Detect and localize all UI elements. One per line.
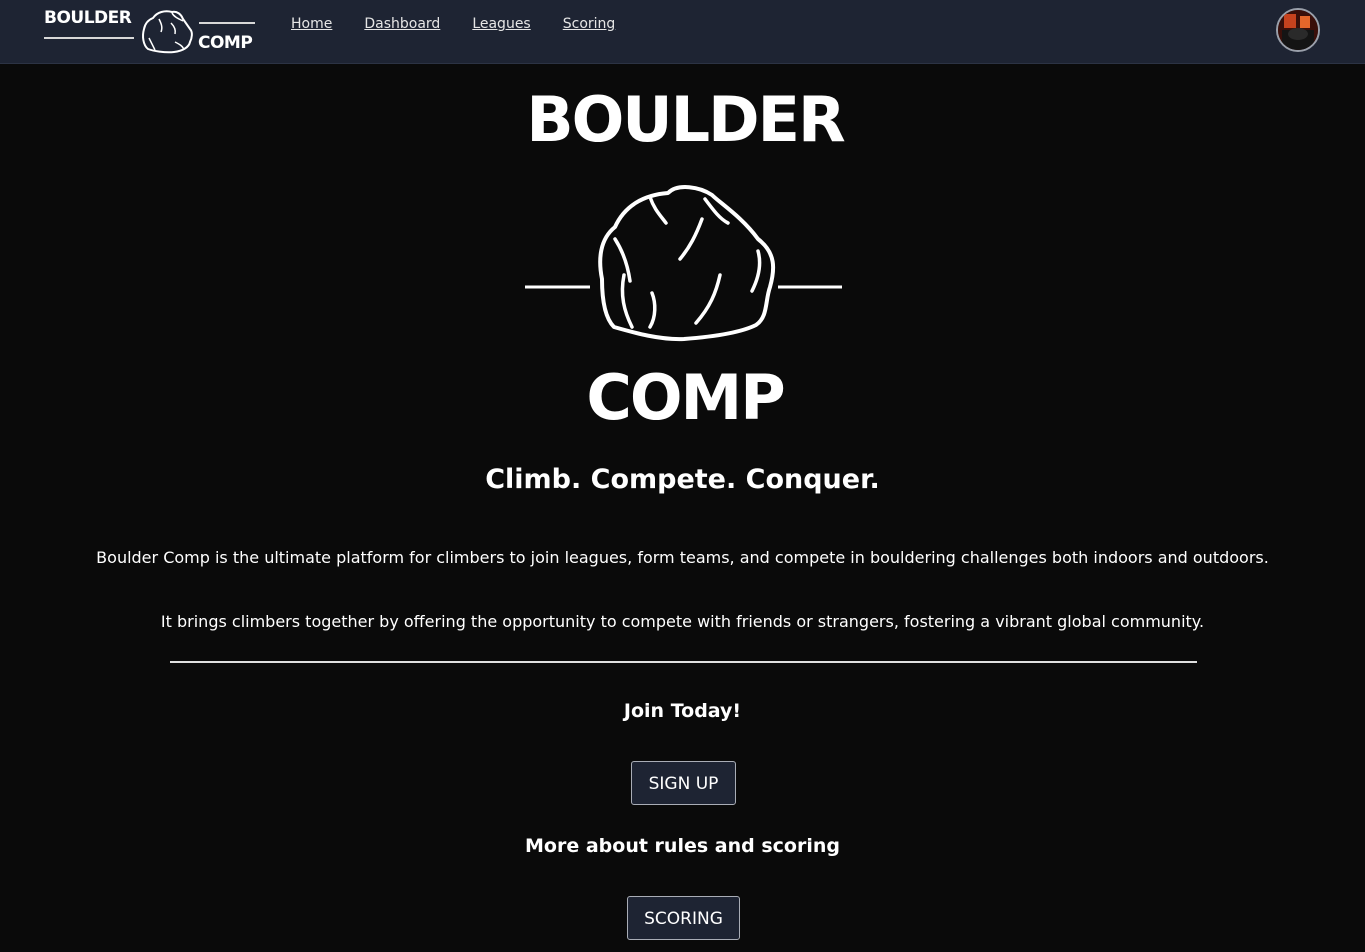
boulder-rock-icon (525, 185, 842, 342)
boulder-rock-icon (142, 10, 193, 54)
scoring-button[interactable]: SCORING (627, 896, 740, 940)
nav-logo-text-boulder: BOULDER (44, 8, 132, 28)
main-content: BOULDER COMP Climb. Compete. Conquer. Bo… (0, 64, 1365, 952)
hero-logo-text-comp: COMP (586, 361, 785, 434)
rules-heading: More about rules and scoring (525, 835, 840, 857)
nav-link-leagues[interactable]: Leagues (472, 16, 530, 32)
nav-link-scoring[interactable]: Scoring (563, 16, 616, 32)
nav-logo[interactable]: BOULDER COMP (42, 6, 258, 56)
join-heading: Join Today! (623, 700, 742, 722)
section-divider (170, 661, 1197, 663)
hero-logo: BOULDER COMP (520, 84, 850, 434)
hero-logo-text-boulder: BOULDER (526, 83, 845, 156)
avatar-image (1278, 10, 1318, 50)
top-navbar: BOULDER COMP Home Dashboard Leagues Scor… (0, 0, 1365, 64)
nav-links: Home Dashboard Leagues Scoring (291, 16, 647, 32)
nav-logo-text-comp: COMP (198, 33, 253, 53)
nav-link-dashboard[interactable]: Dashboard (364, 16, 440, 32)
description-paragraph-2: It brings climbers together by offering … (160, 612, 1205, 631)
nav-logo-line-right (199, 22, 255, 24)
description-paragraph-1: Boulder Comp is the ultimate platform fo… (96, 548, 1269, 567)
nav-logo-line-left (44, 37, 134, 39)
sign-up-button[interactable]: SIGN UP (631, 761, 736, 805)
tagline: Climb. Compete. Conquer. (485, 464, 880, 495)
user-avatar[interactable] (1276, 8, 1320, 52)
nav-link-home[interactable]: Home (291, 16, 332, 32)
